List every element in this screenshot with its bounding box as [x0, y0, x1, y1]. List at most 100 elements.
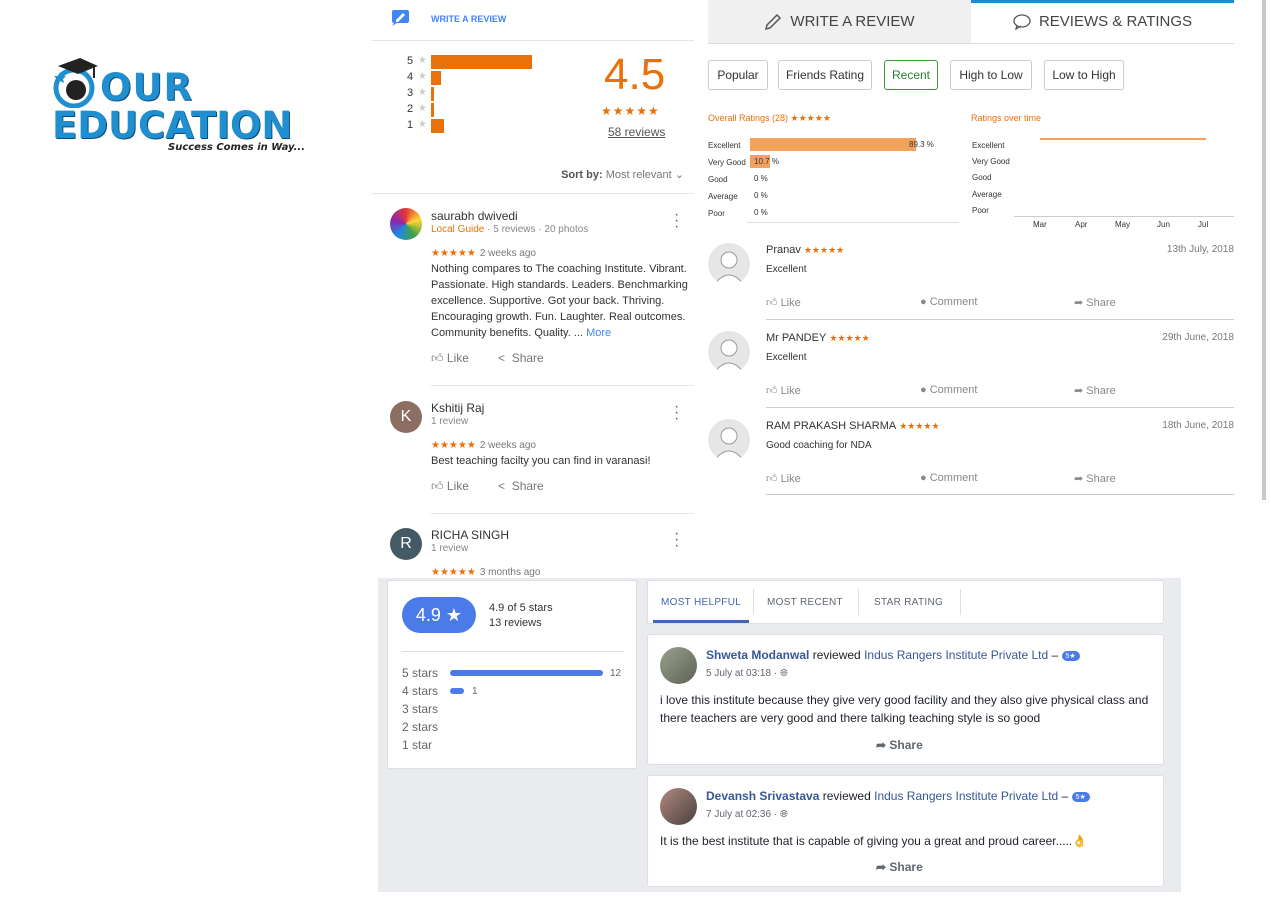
- filter-friends-rating[interactable]: Friends Rating: [778, 60, 872, 90]
- share-arrow-icon: ➦: [876, 738, 887, 752]
- review-date: 13th July, 2018: [1166, 244, 1234, 255]
- user-silhouette-icon: [713, 427, 745, 461]
- reviews-widget: WRITE A REVIEW REVIEWS & RATINGS Popular…: [708, 0, 1234, 500]
- comment-button[interactable]: ● Comment: [920, 384, 977, 396]
- reviewer-name[interactable]: RICHA SINGH: [431, 528, 509, 542]
- rating-badge: 5★: [1061, 650, 1080, 661]
- divider: [372, 193, 694, 194]
- share-icon: <: [498, 479, 506, 493]
- rating-badge: 5★: [1071, 791, 1090, 802]
- share-button[interactable]: ➦ Share: [876, 738, 923, 752]
- like-button[interactable]: 👍︎ Like: [766, 296, 801, 309]
- post-dash: –: [1058, 789, 1072, 803]
- reviewer-meta: Local Guide · 5 reviews · 20 photos: [431, 224, 588, 235]
- divider: [766, 494, 1234, 495]
- month-label: Jun: [1157, 220, 1170, 229]
- like-button[interactable]: 👍︎ Like: [431, 479, 469, 494]
- review-stars: ★★★★★ 3 months ago: [431, 567, 540, 578]
- avatar[interactable]: R: [390, 528, 422, 560]
- star-rating: ★★★★★: [431, 248, 476, 259]
- dist-bar-4: [450, 688, 464, 694]
- dist-label-5: 5: [407, 55, 414, 67]
- share-button[interactable]: ➦ Share: [1074, 472, 1116, 485]
- overall-stars: ★★★★★: [790, 113, 831, 123]
- review-count-link[interactable]: 58 reviews: [608, 125, 665, 139]
- comment-icon: ●: [920, 472, 927, 484]
- dist-bar-5: [431, 55, 532, 69]
- star-rating: ★★★★★: [431, 567, 476, 578]
- share-button[interactable]: ➦ Share: [876, 860, 923, 874]
- share-button[interactable]: < Share: [498, 479, 544, 493]
- review-text: Excellent: [766, 352, 807, 363]
- sort-dropdown[interactable]: Sort by: Most relevant ⌄: [561, 168, 684, 181]
- comment-button[interactable]: ● Comment: [920, 296, 977, 308]
- like-button[interactable]: 👍︎ Like: [766, 384, 801, 397]
- like-button[interactable]: 👍︎ Like: [431, 351, 469, 366]
- more-options-icon[interactable]: · · ·: [674, 207, 679, 235]
- comment-button[interactable]: ● Comment: [920, 472, 977, 484]
- review-post: Devansh Srivastava reviewed Indus Ranger…: [647, 775, 1164, 887]
- share-button[interactable]: < Share: [498, 351, 544, 365]
- more-options-icon[interactable]: · · ·: [674, 526, 679, 554]
- page-link[interactable]: Indus Rangers Institute Private Ltd: [874, 789, 1058, 803]
- sort-label: Sort by:: [561, 169, 603, 181]
- month-label: Mar: [1033, 220, 1047, 229]
- review-time: 2 weeks ago: [479, 248, 536, 259]
- share-arrow-icon: ➦: [876, 860, 887, 874]
- review-time: 3 months ago: [479, 567, 541, 578]
- overall-title-text: Overall Ratings (28): [708, 113, 789, 123]
- avatar: [708, 243, 750, 285]
- rating-summary-card: 4.9 ★ 4.9 of 5 stars 13 reviews 5 stars …: [387, 580, 637, 769]
- review-text: Good coaching for NDA: [766, 440, 872, 451]
- divider: [431, 513, 694, 514]
- comment-icon: ●: [920, 384, 927, 396]
- tab-write-review[interactable]: WRITE A REVIEW: [708, 0, 971, 44]
- share-label: Share: [889, 738, 923, 752]
- filter-popular[interactable]: Popular: [708, 60, 768, 90]
- dist-label-2: 2: [407, 103, 414, 115]
- time-text: 5 July at 03:18 ·: [706, 668, 778, 679]
- user-silhouette-icon: [713, 251, 745, 285]
- thumbs-up-icon: 👍︎: [766, 473, 778, 485]
- divider: [960, 589, 961, 615]
- avatar[interactable]: K: [390, 401, 422, 433]
- more-link[interactable]: More: [586, 327, 611, 339]
- logo-tagline: Success Comes in Way...: [168, 142, 306, 153]
- dist-count: 1: [472, 686, 478, 697]
- thumbs-up-icon: 👍︎: [431, 479, 444, 493]
- share-button[interactable]: ➦ Share: [1074, 296, 1116, 309]
- speech-bubble-icon: [1013, 14, 1031, 31]
- filter-high-to-low[interactable]: High to Low: [950, 60, 1032, 90]
- avatar[interactable]: [390, 208, 422, 240]
- sort-value: Most relevant: [605, 169, 672, 181]
- comment-label: Comment: [929, 384, 978, 396]
- share-button[interactable]: ➦ Share: [1074, 384, 1116, 397]
- tab-most-recent[interactable]: MOST RECENT: [767, 581, 843, 623]
- author-name[interactable]: Devansh Srivastava: [706, 789, 819, 803]
- filter-low-to-high[interactable]: Low to High: [1044, 60, 1124, 90]
- avatar[interactable]: [660, 647, 697, 684]
- page-link[interactable]: Indus Rangers Institute Private Ltd: [864, 648, 1048, 662]
- write-review-label[interactable]: WRITE A REVIEW: [431, 14, 506, 24]
- review-text: Best teaching facilty you can find in va…: [431, 455, 651, 467]
- post-time[interactable]: 5 July at 03:18 · 🌐︎: [706, 668, 788, 679]
- brand-logo: OUR EDUCATION Success Comes in Way...: [48, 56, 308, 156]
- tab-label: WRITE A REVIEW: [790, 13, 915, 30]
- post-time[interactable]: 7 July at 02:36 · 🌐︎: [706, 809, 788, 820]
- avatar[interactable]: [660, 788, 697, 825]
- dist-bar-5: [450, 670, 603, 676]
- tab-reviews-ratings[interactable]: REVIEWS & RATINGS: [971, 0, 1234, 44]
- share-icon: <: [498, 351, 506, 365]
- like-label: Like: [780, 473, 801, 485]
- author-name[interactable]: Shweta Modanwal: [706, 648, 809, 662]
- tab-star-rating[interactable]: STAR RATING: [874, 581, 943, 623]
- reviewer-name[interactable]: Kshitij Raj: [431, 401, 484, 415]
- like-button[interactable]: 👍︎ Like: [766, 472, 801, 485]
- write-review-link[interactable]: [392, 10, 410, 31]
- reviewer-name[interactable]: saurabh dwivedi: [431, 209, 518, 223]
- more-options-icon[interactable]: · · ·: [674, 399, 679, 427]
- review-date: 18th June, 2018: [1162, 420, 1234, 431]
- tab-most-helpful[interactable]: MOST HELPFUL: [653, 581, 750, 623]
- scrollbar[interactable]: [1262, 0, 1266, 500]
- filter-recent[interactable]: Recent: [884, 60, 938, 90]
